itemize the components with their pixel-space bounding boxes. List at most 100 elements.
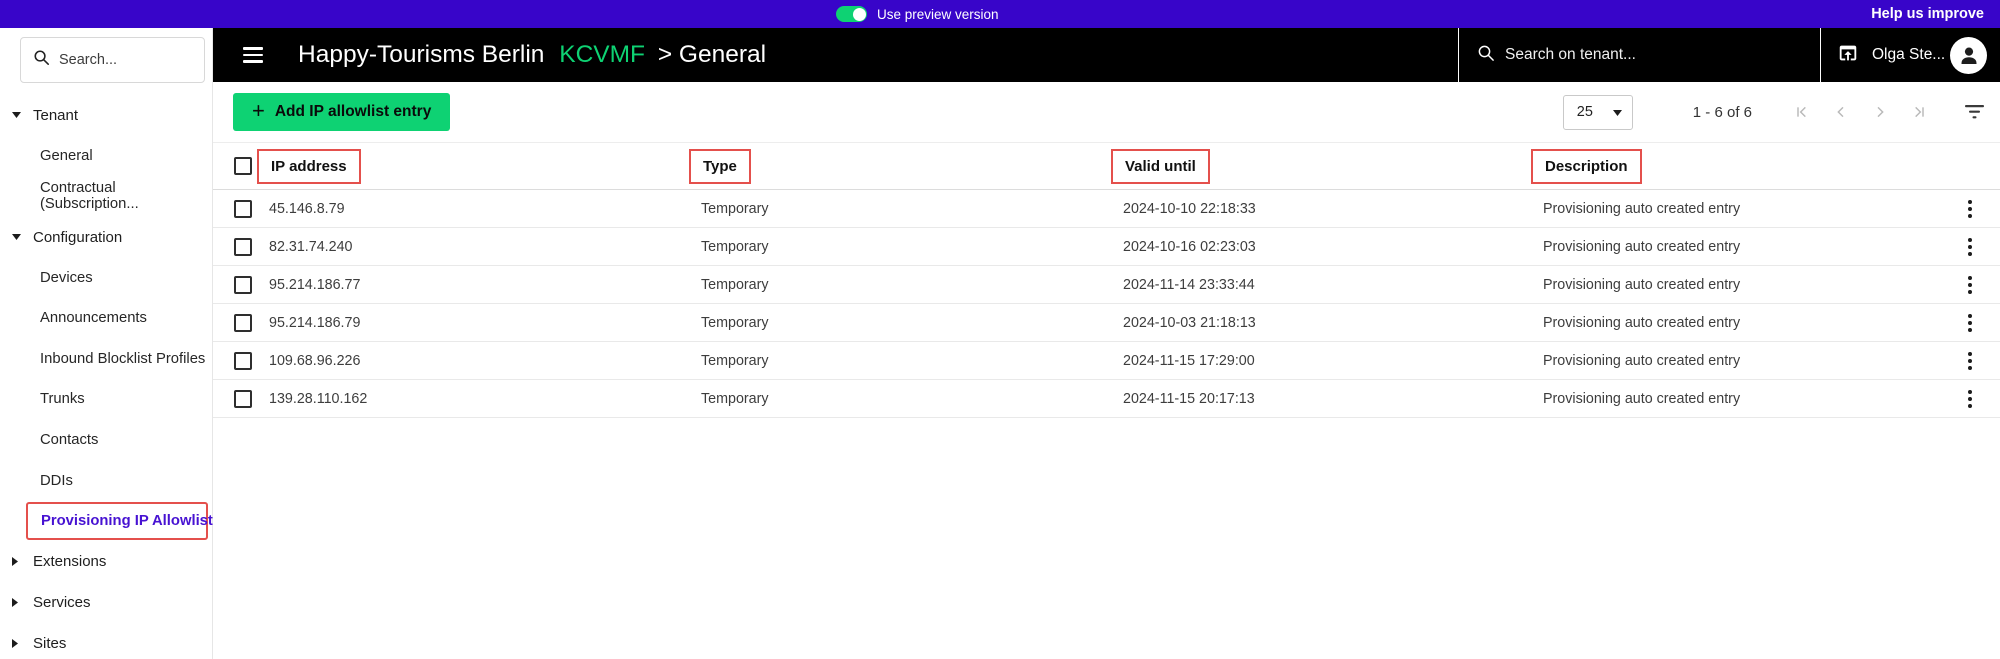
sidebar-item-inbound-blocklist-profiles[interactable]: Inbound Blocklist Profiles	[0, 339, 212, 380]
cell-valid-until: 2024-11-14 23:33:44	[1123, 276, 1255, 293]
cell-valid-until: 2024-10-03 21:18:13	[1123, 314, 1256, 331]
cell-ip: 95.214.186.77	[269, 276, 361, 293]
chevron-down-icon	[12, 234, 21, 241]
sidebar-item-ddis[interactable]: DDIs	[0, 460, 212, 501]
sidebar-item-sites[interactable]: Sites	[0, 623, 212, 659]
table-row[interactable]: 45.146.8.79 Temporary 2024-10-10 22:18:3…	[213, 190, 2000, 228]
sidebar-item-label: Sites	[33, 634, 67, 652]
table-row[interactable]: 82.31.74.240 Temporary 2024-10-16 02:23:…	[213, 228, 2000, 266]
sidebar-item-tenant[interactable]: Tenant	[0, 95, 212, 136]
search-icon	[1477, 44, 1495, 67]
sidebar-search-input[interactable]	[59, 52, 189, 68]
sidebar-item-label: Provisioning IP Allowlisti...	[41, 513, 230, 530]
tenant-search-input[interactable]	[1505, 46, 1785, 64]
cell-type: Temporary	[701, 352, 769, 369]
content-area: + Add IP allowlist entry 25 1 - 6 of 6 I…	[213, 82, 2000, 659]
sidebar-item-services[interactable]: Services	[0, 582, 212, 623]
cell-valid-until: 2024-11-15 20:17:13	[1123, 390, 1255, 407]
annotation-box: Valid until	[1111, 148, 1210, 184]
help-us-improve-link[interactable]: Help us improve	[1871, 0, 1984, 28]
cell-description: Provisioning auto created entry	[1543, 200, 1741, 217]
sidebar: Tenant General Contractual (Subscription…	[0, 28, 229, 659]
table-row[interactable]: 109.68.96.226 Temporary 2024-11-15 17:29…	[213, 342, 2000, 380]
cell-type: Temporary	[701, 314, 769, 331]
column-header-description[interactable]: Description	[1531, 148, 1940, 184]
row-menu-icon[interactable]	[1962, 272, 1978, 298]
page-size-select[interactable]: 25	[1562, 94, 1633, 130]
appbar: Happy-Tourisms Berlin KCVMF > General Ol…	[213, 28, 2000, 82]
table-row[interactable]: 95.214.186.79 Temporary 2024-10-03 21:18…	[213, 304, 2000, 342]
chevron-right-icon	[12, 638, 21, 648]
sidebar-item-provisioning-ip-allowlisting[interactable]: Provisioning IP Allowlisti...	[0, 501, 229, 542]
sidebar-item-devices[interactable]: Devices	[0, 257, 212, 298]
pagination-controls: 25 1 - 6 of 6	[1562, 94, 1984, 130]
table-row[interactable]: 139.28.110.162 Temporary 2024-11-15 20:1…	[213, 380, 2000, 418]
cell-description: Provisioning auto created entry	[1543, 314, 1741, 331]
sidebar-item-label: Configuration	[33, 228, 123, 246]
sidebar-item-configuration[interactable]: Configuration	[0, 217, 212, 258]
column-header-valid-until[interactable]: Valid until	[1111, 148, 1543, 184]
cell-type: Temporary	[701, 390, 769, 407]
sidebar-item-label: Contacts	[40, 432, 99, 449]
cell-ip: 139.28.110.162	[269, 390, 368, 407]
row-checkbox[interactable]	[234, 275, 252, 294]
sidebar-item-label: Services	[33, 593, 91, 611]
table-header-row: IP address Type Valid until Description	[213, 142, 2000, 190]
avatar[interactable]	[1950, 36, 1987, 74]
user-name[interactable]: Olga Ste...	[1872, 46, 1945, 64]
cell-ip: 45.146.8.79	[269, 200, 345, 217]
annotation-box: IP address	[257, 148, 361, 184]
plus-icon: +	[252, 98, 265, 123]
sidebar-item-contacts[interactable]: Contacts	[0, 420, 212, 461]
sidebar-search-box[interactable]	[20, 37, 205, 83]
sidebar-item-contractual[interactable]: Contractual (Subscription...	[0, 176, 212, 217]
row-menu-icon[interactable]	[1962, 310, 1978, 336]
cell-description: Provisioning auto created entry	[1543, 276, 1741, 293]
row-menu-icon[interactable]	[1962, 234, 1978, 260]
cell-valid-until: 2024-10-16 02:23:03	[1123, 238, 1256, 255]
sidebar-item-trunks[interactable]: Trunks	[0, 379, 212, 420]
sidebar-item-label: Devices	[40, 269, 93, 286]
column-header-type[interactable]: Type	[689, 148, 1123, 184]
sidebar-item-label: General	[40, 147, 93, 164]
sidebar-nav: Tenant General Contractual (Subscription…	[0, 95, 229, 659]
filter-icon[interactable]	[1965, 105, 1984, 119]
next-page-icon[interactable]	[1872, 104, 1888, 120]
annotation-box: Description	[1531, 148, 1642, 184]
row-checkbox[interactable]	[234, 313, 252, 332]
chevron-down-icon	[12, 112, 21, 119]
sidebar-item-general[interactable]: General	[0, 136, 212, 177]
sidebar-item-announcements[interactable]: Announcements	[0, 298, 212, 339]
row-checkbox[interactable]	[234, 237, 252, 256]
last-page-icon[interactable]	[1911, 104, 1927, 120]
tenant-search-box[interactable]	[1458, 28, 1820, 82]
add-ip-allowlist-entry-button[interactable]: + Add IP allowlist entry	[233, 93, 451, 131]
cell-description: Provisioning auto created entry	[1543, 238, 1741, 255]
breadcrumb: > General	[657, 41, 767, 68]
row-checkbox[interactable]	[234, 351, 252, 370]
row-menu-icon[interactable]	[1962, 196, 1978, 222]
caret-down-icon	[1612, 104, 1622, 120]
preview-version-toggle-group: Use preview version	[836, 0, 999, 28]
annotation-box: Type	[689, 148, 751, 184]
sidebar-item-label: Trunks	[40, 391, 85, 408]
toolbar: + Add IP allowlist entry 25 1 - 6 of 6	[213, 82, 2000, 142]
cell-valid-until: 2024-10-10 22:18:33	[1123, 200, 1256, 217]
cell-description: Provisioning auto created entry	[1543, 352, 1741, 369]
first-page-icon[interactable]	[1794, 104, 1810, 120]
table-row[interactable]: 95.214.186.77 Temporary 2024-11-14 23:33…	[213, 266, 2000, 304]
row-menu-icon[interactable]	[1962, 386, 1978, 412]
menu-icon[interactable]	[243, 47, 263, 63]
top-banner: Use preview version Help us improve	[0, 0, 2000, 28]
select-all-checkbox[interactable]	[234, 157, 252, 175]
sidebar-item-label: Inbound Blocklist Profiles	[40, 350, 206, 367]
preview-toggle[interactable]	[836, 6, 867, 22]
sidebar-item-extensions[interactable]: Extensions	[0, 542, 212, 583]
previous-page-icon[interactable]	[1833, 104, 1849, 120]
column-header-ip-address[interactable]: IP address	[257, 148, 701, 184]
pagination-range-label: 1 - 6 of 6	[1692, 103, 1752, 121]
row-checkbox[interactable]	[234, 389, 252, 408]
row-checkbox[interactable]	[234, 199, 252, 218]
open-in-browser-icon[interactable]	[1837, 42, 1859, 69]
row-menu-icon[interactable]	[1962, 348, 1978, 374]
